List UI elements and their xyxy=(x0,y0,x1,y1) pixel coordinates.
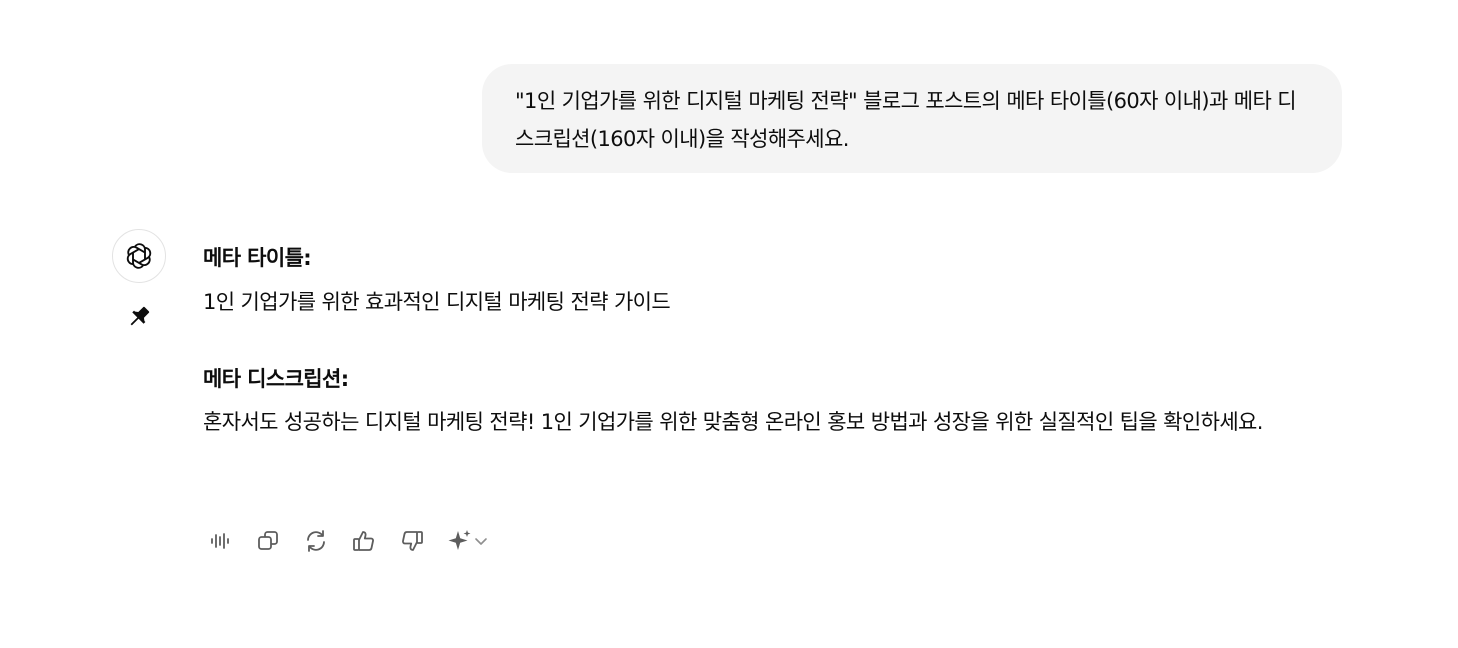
copy-icon xyxy=(258,531,278,550)
read-aloud-icon xyxy=(211,533,229,549)
read-aloud-button[interactable] xyxy=(203,524,237,558)
meta-description-value: 혼자서도 성공하는 디지털 마케팅 전략! 1인 기업가를 위한 맞춤형 온라인… xyxy=(203,410,1263,434)
thumbs-up-icon xyxy=(353,531,374,551)
user-message-bubble: "1인 기업가를 위한 디지털 마케팅 전략" 블로그 포스트의 메타 타이틀(… xyxy=(482,64,1342,173)
openai-logo-icon xyxy=(126,243,152,269)
assistant-avatar xyxy=(112,229,166,283)
meta-description-heading: 메타 디스크립션: xyxy=(203,367,349,391)
thumbs-down-icon xyxy=(402,531,423,551)
regenerate-icon xyxy=(307,530,325,552)
meta-title-value: 1인 기업가를 위한 효과적인 디지털 마케팅 전략 가이드 xyxy=(203,290,671,314)
thumbs-up-button[interactable] xyxy=(347,524,381,558)
user-message-text: "1인 기업가를 위한 디지털 마케팅 전략" 블로그 포스트의 메타 타이틀(… xyxy=(515,89,1297,151)
assistant-message: 메타 타이틀: 1인 기업가를 위한 효과적인 디지털 마케팅 전략 가이드 메… xyxy=(203,236,1343,444)
thumbs-down-button[interactable] xyxy=(395,524,429,558)
chevron-down-icon xyxy=(475,538,487,545)
meta-title-heading: 메타 타이틀: xyxy=(203,246,312,270)
switch-model-button[interactable] xyxy=(443,524,495,558)
message-action-bar xyxy=(203,524,495,558)
pin-icon xyxy=(130,306,150,326)
pin-button[interactable] xyxy=(124,302,154,332)
regenerate-button[interactable] xyxy=(299,524,333,558)
copy-button[interactable] xyxy=(251,524,285,558)
sparkle-icon xyxy=(448,530,471,550)
